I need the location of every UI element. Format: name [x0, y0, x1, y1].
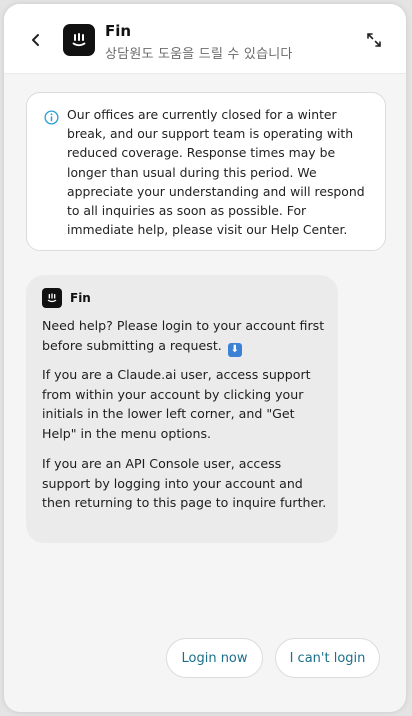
header-title: Fin — [105, 22, 132, 40]
fin-avatar-icon — [42, 288, 62, 308]
down-arrow-emoji-icon: ⬇ — [227, 342, 242, 357]
header-subtitle: 상담원도 도움을 드릴 수 있습니다 — [105, 47, 293, 62]
expand-button[interactable] — [364, 30, 384, 50]
message-paragraph-3: If you are an API Console user, access s… — [42, 456, 327, 510]
message-paragraph-1-text: Need help? Please login to your account … — [42, 318, 325, 353]
login-now-button[interactable]: Login now — [166, 638, 263, 678]
notice-banner: Our offices are currently closed for a w… — [26, 92, 386, 251]
message-paragraph-1: Need help? Please login to your account … — [42, 316, 327, 357]
chevron-left-icon — [32, 34, 39, 46]
messenger-widget: Fin 상담원도 도움을 드릴 수 있습니다 Our offices are c… — [4, 4, 406, 712]
bot-message-bubble: Fin Need help? Please login to your acco… — [26, 275, 338, 543]
notice-text: Our offices are currently closed for a w… — [67, 107, 365, 238]
cant-login-button[interactable]: I can't login — [275, 638, 380, 678]
message-paragraph-2: If you are a Claude.ai user, access supp… — [42, 367, 311, 441]
back-button[interactable] — [26, 30, 46, 50]
fin-logo-icon — [63, 24, 95, 56]
sender-name: Fin — [70, 291, 91, 305]
messenger-header: Fin 상담원도 도움을 드릴 수 있습니다 — [4, 4, 406, 74]
expand-icon — [367, 33, 381, 47]
info-icon — [44, 110, 59, 125]
